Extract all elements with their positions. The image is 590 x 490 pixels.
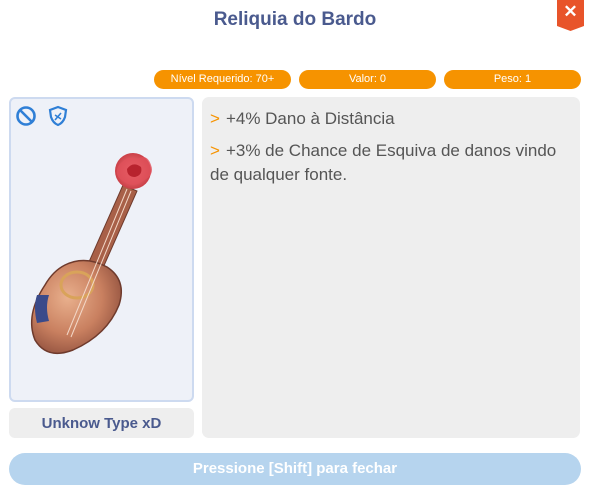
close-button[interactable]: ✕ — [557, 0, 584, 31]
description-panel: > +4% Dano à Distância > +3% de Chance de … — [202, 97, 580, 438]
shield-icon — [48, 105, 68, 127]
value-badge: Valor: 0 — [299, 70, 436, 89]
item-type-label: Unknow Type xD — [9, 408, 194, 438]
close-hint-button[interactable]: Pressione [Shift] para fechar — [9, 453, 581, 485]
item-image-panel — [9, 97, 194, 402]
close-icon: ✕ — [563, 2, 578, 21]
bullet-arrow-icon: > — [210, 109, 220, 128]
window-title: Reliquia do Bardo — [213, 9, 377, 30]
weight-badge: Peso: 1 — [444, 70, 581, 89]
forbidden-icon — [16, 106, 36, 126]
bullet-arrow-icon: > — [210, 141, 220, 160]
level-required-badge: Nível Requerido: 70+ — [154, 70, 291, 89]
description-line: > +3% de Chance de Esquiva de danos vindo… — [210, 141, 557, 184]
description-line: > +4% Dano à Distância — [210, 109, 395, 128]
lute-icon — [30, 153, 152, 355]
